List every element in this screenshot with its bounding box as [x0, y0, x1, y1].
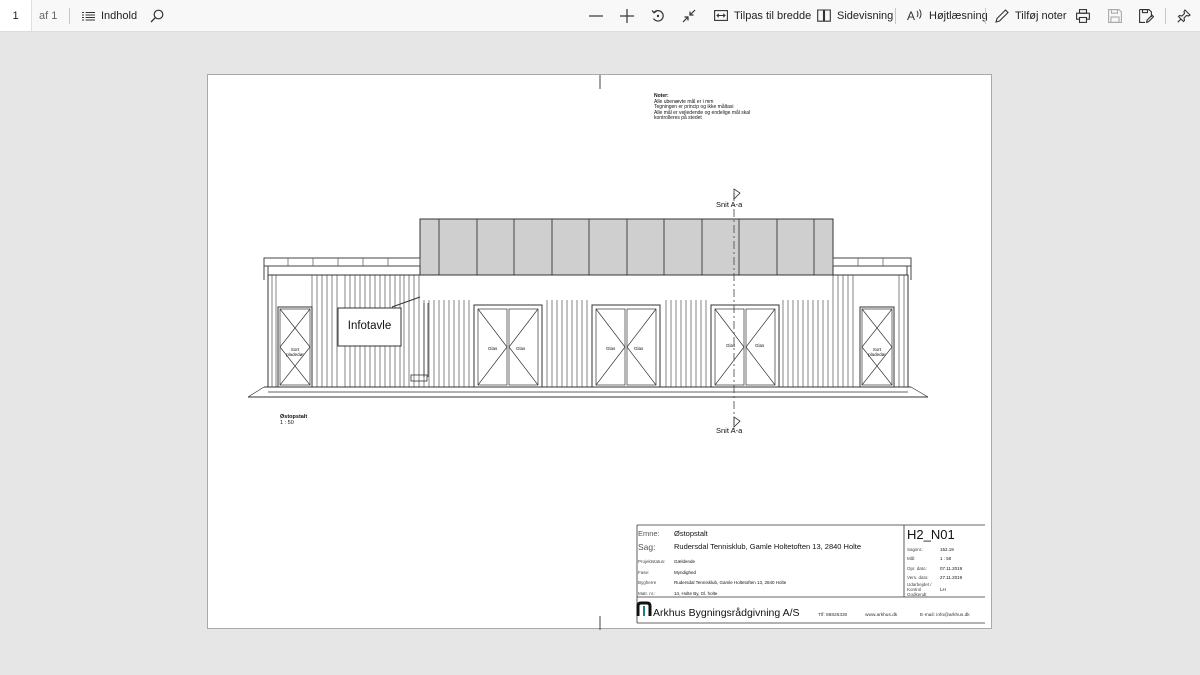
tb-row-value: 1 : 50	[940, 556, 952, 562]
door-label-left: Sort pladedør	[280, 347, 310, 357]
tb-row-label: Fase:	[638, 569, 650, 575]
pen-icon	[995, 8, 1009, 23]
tb-email: E-mail: info@arkhus.dk	[920, 613, 970, 618]
search-button[interactable]	[150, 0, 164, 31]
contents-button[interactable]: Indhold	[82, 0, 137, 31]
tb-web: www.arkhus.dk	[865, 613, 898, 618]
tb-row-label: Sagsnr.:	[907, 547, 924, 552]
fit-page-button[interactable]	[682, 0, 696, 31]
tb-row-label: Matr. nr.:	[638, 590, 656, 596]
print-button[interactable]	[1076, 0, 1090, 31]
save-as-icon	[1139, 8, 1154, 23]
tb-row-value: 07.11.2019	[940, 565, 963, 571]
door-label-line: pladedør	[286, 352, 304, 357]
toolbar-separator	[1165, 8, 1166, 24]
save-icon	[1108, 8, 1122, 23]
glass-label: Glas	[516, 346, 526, 351]
search-icon	[150, 9, 164, 23]
pdf-toolbar: 1 af 1 Indhold Tilpas til bredde Sidevis…	[0, 0, 1200, 32]
add-notes-button[interactable]: Tilføj noter	[995, 0, 1067, 31]
pin-icon	[1177, 8, 1191, 23]
rotate-button[interactable]	[651, 0, 665, 31]
tb-emne-value: Østopstalt	[674, 529, 708, 538]
fit-width-label: Tilpas til bredde	[734, 9, 812, 22]
tb-right-values: 152.19 1 : 50 07.11.2019 27.11.2019	[940, 545, 962, 583]
door-label-right: Sort pladedør	[862, 347, 892, 357]
view-title-scale: 1 : 50	[280, 420, 294, 426]
save-as-button[interactable]	[1139, 0, 1154, 31]
tb-emne-label: Emne:	[638, 529, 660, 538]
printer-icon	[1076, 8, 1090, 23]
arkhus-logo	[636, 601, 652, 616]
tb-row-value: Myndighed	[674, 569, 697, 575]
notes-line: kontrolleres på stedet	[654, 115, 702, 122]
door-label-line: pladedør	[868, 352, 886, 357]
fit-width-button[interactable]: Tilpas til bredde	[714, 0, 811, 31]
contents-label: Indhold	[101, 9, 138, 22]
glass-label: Glas	[726, 343, 736, 348]
read-aloud-button[interactable]: A Højtlæsning	[907, 0, 988, 31]
tb-company: Arkhus Bygningsrådgivning A/S	[653, 607, 800, 619]
pdf-page: Noter: Alle ubenævte mål er i mm Tegning…	[207, 74, 992, 630]
drawing-notes: Noter: Alle ubenævte mål er i mm Tegning…	[654, 93, 750, 122]
tb-row-label: Opr. dato:	[907, 565, 927, 571]
svg-text:A: A	[907, 9, 915, 22]
section-label-bottom: Snit A-a	[716, 426, 743, 435]
tb-row-label: Mål:	[907, 556, 916, 562]
view-title: Østopstalt 1 : 50	[280, 414, 307, 426]
tb-signoff-value: LH	[940, 587, 946, 592]
glass-label: Glas	[606, 346, 616, 351]
rotate-icon	[651, 9, 665, 23]
tb-row-value: 152.19	[940, 547, 954, 552]
read-aloud-icon: A	[907, 9, 923, 22]
toolbar-separator	[895, 8, 896, 24]
page-view-label: Sidevisning	[837, 9, 894, 22]
tb-row-value: 1ö, Holte By, Gl. holte	[674, 590, 718, 596]
save-button[interactable]	[1108, 0, 1122, 31]
tb-sag-label: Sag:	[638, 542, 656, 552]
toolbar-separator	[985, 8, 986, 24]
page-view-button[interactable]: Sidevisning	[817, 0, 893, 31]
tb-row-value: Gældende	[674, 559, 696, 564]
tb-row-value: Rudersdal Tennisklub, Gamle Holtetoften …	[674, 580, 787, 586]
page-total: af 1	[39, 9, 58, 22]
section-label-top: Snit A-a	[716, 200, 743, 209]
add-notes-label: Tilføj noter	[1015, 9, 1067, 22]
list-icon	[82, 11, 95, 21]
tb-right-labels: Sagsnr.: Mål: Opr. dato: Vers. dato:	[907, 545, 929, 583]
tb-signoff-labels: Udarbejdet / Kontrol Godkendt	[907, 582, 932, 597]
glass-label: Glas	[755, 343, 765, 348]
plus-icon	[620, 8, 634, 23]
tb-drawing-number: H2_N01	[907, 527, 955, 542]
zoom-in-button[interactable]	[620, 0, 634, 31]
info-board-label: Infotavle	[347, 320, 392, 332]
tb-sag-value: Rudersdal Tennisklub, Gamle Holtetoften …	[674, 542, 862, 551]
toolbar-separator	[69, 8, 70, 24]
read-aloud-label: Højtlæsning	[929, 9, 988, 22]
tb-small-values: Gældende Myndighed Rudersdal Tennisklub,…	[674, 557, 786, 599]
pin-button[interactable]	[1177, 0, 1191, 31]
book-icon	[817, 9, 831, 22]
tb-row-label: Bygherre	[638, 580, 657, 586]
tb-row-value: 27.11.2019	[940, 575, 963, 581]
page-number-input[interactable]: 1	[0, 0, 32, 31]
fit-width-icon	[714, 10, 728, 21]
tb-small-labels: Projektstatus: Fase: Bygherre Matr. nr.:	[638, 557, 665, 599]
glass-label: Glas	[488, 346, 498, 351]
tb-phone: Tlf: 88826330	[818, 613, 848, 618]
tb-row-label: Godkendt	[907, 592, 927, 597]
collapse-arrows-icon	[682, 9, 696, 23]
page-number-value: 1	[12, 9, 19, 22]
tb-row-label: Projektstatus:	[638, 559, 666, 564]
glass-label: Glas	[634, 346, 644, 351]
minus-icon	[589, 9, 603, 23]
zoom-out-button[interactable]	[589, 0, 603, 31]
